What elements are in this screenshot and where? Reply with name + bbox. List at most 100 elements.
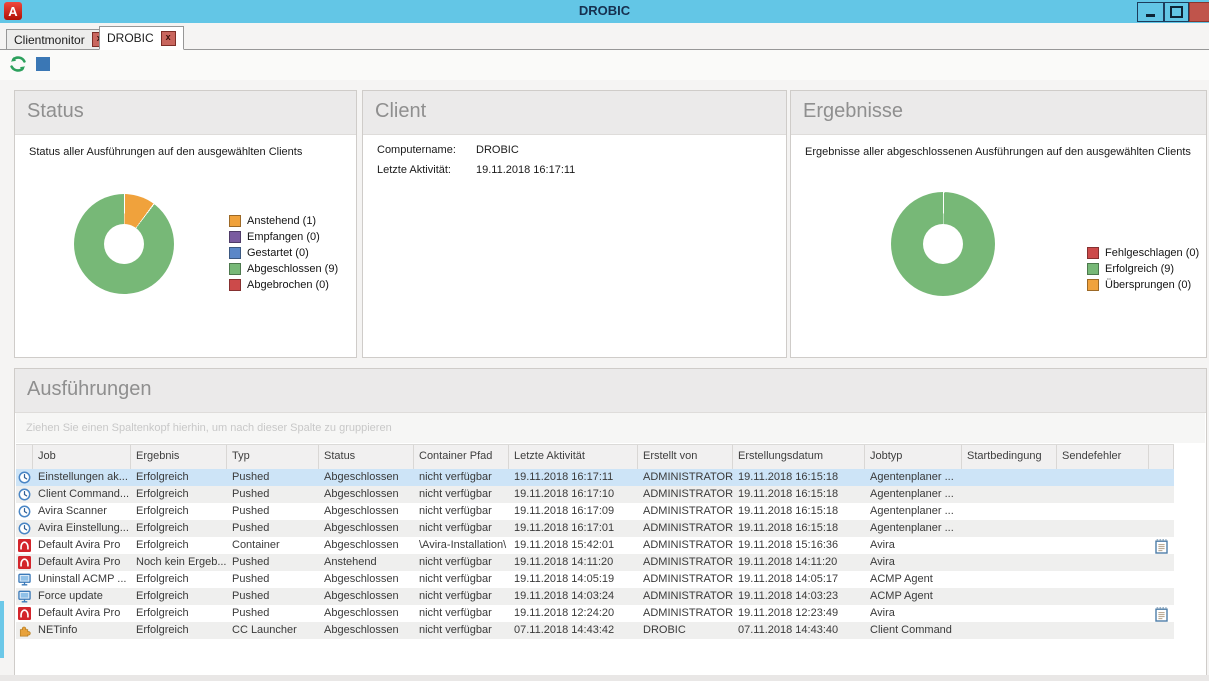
results-legend-item: Erfolgreich (9) (1087, 261, 1199, 277)
minimize-button[interactable] (1137, 2, 1164, 22)
table-row[interactable]: Uninstall ACMP ...ErfolgreichPushedAbges… (16, 571, 1174, 588)
cell-sendefehler (1057, 469, 1149, 486)
cell-container_pfad: nicht verfügbar (414, 520, 509, 537)
cell-job: Default Avira Pro (33, 537, 131, 554)
column-header-typ[interactable]: Typ (227, 445, 319, 469)
column-header-empty[interactable] (16, 445, 33, 469)
job-type-icon-cell (16, 571, 33, 588)
cell-erstellt_von: ADMINISTRATOR (638, 486, 733, 503)
cell-container_pfad: \Avira-Installation\ (414, 537, 509, 554)
log-cell (1149, 503, 1174, 520)
log-cell (1149, 588, 1174, 605)
legend-swatch (1087, 263, 1099, 275)
stop-square-icon[interactable] (36, 57, 50, 71)
cell-startbedingung (962, 486, 1057, 503)
column-header-erstellt_von[interactable]: Erstellt von (638, 445, 733, 469)
group-by-drop-zone[interactable]: Ziehen Sie einen Spaltenkopf hierhin, um… (16, 413, 1205, 443)
cell-container_pfad: nicht verfügbar (414, 554, 509, 571)
cell-letzte_aktivitaet: 19.11.2018 14:03:24 (509, 588, 638, 605)
cell-status: Abgeschlossen (319, 571, 414, 588)
donut-hole (923, 224, 963, 264)
executions-panel-title: Ausführungen (15, 369, 1206, 401)
table-row[interactable]: Default Avira ProErfolgreichContainerAbg… (16, 537, 1174, 554)
client-panel: Client Computername: DROBIC Letzte Aktiv… (362, 90, 787, 358)
cell-letzte_aktivitaet: 19.11.2018 16:17:10 (509, 486, 638, 503)
cell-status: Abgeschlossen (319, 469, 414, 486)
results-panel-title: Ergebnisse (791, 91, 1206, 123)
tab-drobic[interactable]: DROBIC x (99, 26, 184, 50)
column-header-letzte_aktivitaet[interactable]: Letzte Aktivität (509, 445, 638, 469)
title-bar: A DROBIC (0, 0, 1209, 23)
cell-sendefehler (1057, 605, 1149, 622)
results-panel-header: Ergebnisse (791, 91, 1206, 135)
table-row[interactable]: Default Avira ProErfolgreichPushedAbgesc… (16, 605, 1174, 622)
cell-ergebnis: Erfolgreich (131, 622, 227, 639)
cell-ergebnis: Erfolgreich (131, 486, 227, 503)
cell-typ: Pushed (227, 486, 319, 503)
cell-job: Client Command... (33, 486, 131, 503)
legend-label: Abgeschlossen (9) (247, 263, 338, 275)
column-header-startbedingung[interactable]: Startbedingung (962, 445, 1057, 469)
table-row[interactable]: Avira ScannerErfolgreichPushedAbgeschlos… (16, 503, 1174, 520)
column-header-status[interactable]: Status (319, 445, 414, 469)
cell-sendefehler (1057, 537, 1149, 554)
cell-typ: CC Launcher (227, 622, 319, 639)
results-legend: Fehlgeschlagen (0)Erfolgreich (9)Überspr… (1087, 245, 1199, 293)
cell-erstellungsdatum: 19.11.2018 14:05:17 (733, 571, 865, 588)
log-note-icon[interactable] (1155, 539, 1168, 552)
job-type-icon-cell (16, 537, 33, 554)
table-row[interactable]: Einstellungen ak...ErfolgreichPushedAbge… (16, 469, 1174, 486)
table-row[interactable]: Avira Einstellung...ErfolgreichPushedAbg… (16, 520, 1174, 537)
results-legend-item: Übersprungen (0) (1087, 277, 1199, 293)
maximize-icon (1170, 6, 1183, 18)
table-row[interactable]: NETinfoErfolgreichCC LauncherAbgeschloss… (16, 622, 1174, 639)
table-header-row: JobErgebnisTypStatusContainer PfadLetzte… (16, 444, 1174, 470)
cell-ergebnis: Noch kein Ergeb... (131, 554, 227, 571)
log-note-icon[interactable] (1155, 607, 1168, 620)
table-row[interactable]: Force updateErfolgreichPushedAbgeschloss… (16, 588, 1174, 605)
refresh-icon[interactable] (8, 54, 28, 74)
cell-startbedingung (962, 469, 1057, 486)
status-legend-item: Empfangen (0) (229, 229, 338, 245)
cell-container_pfad: nicht verfügbar (414, 503, 509, 520)
maximize-button[interactable] (1164, 2, 1189, 22)
cell-ergebnis: Erfolgreich (131, 503, 227, 520)
cell-letzte_aktivitaet: 19.11.2018 16:17:11 (509, 469, 638, 486)
cell-job: Avira Einstellung... (33, 520, 131, 537)
legend-label: Übersprungen (0) (1105, 279, 1191, 291)
legend-swatch (229, 215, 241, 227)
column-header-empty[interactable] (1149, 445, 1174, 469)
cell-startbedingung (962, 537, 1057, 554)
cell-startbedingung (962, 622, 1057, 639)
column-header-erstellungsdatum[interactable]: Erstellungsdatum (733, 445, 865, 469)
log-cell (1149, 554, 1174, 571)
cell-startbedingung (962, 571, 1057, 588)
avira-icon (18, 556, 31, 569)
table-row[interactable]: Default Avira ProNoch kein Ergeb...Pushe… (16, 554, 1174, 571)
cell-sendefehler (1057, 503, 1149, 520)
status-legend-item: Gestartet (0) (229, 245, 338, 261)
column-header-job[interactable]: Job (33, 445, 131, 469)
tab-close-icon[interactable]: x (161, 31, 176, 46)
job-type-icon-cell (16, 622, 33, 639)
clock-icon (18, 471, 31, 484)
job-type-icon-cell (16, 486, 33, 503)
table-row[interactable]: Client Command...ErfolgreichPushedAbgesc… (16, 486, 1174, 503)
cell-jobtyp: Agentenplaner ... (865, 469, 962, 486)
cell-startbedingung (962, 520, 1057, 537)
column-header-jobtyp[interactable]: Jobtyp (865, 445, 962, 469)
cell-erstellt_von: ADMINISTRATOR (638, 469, 733, 486)
column-header-sendefehler[interactable]: Sendefehler (1057, 445, 1149, 469)
window-left-border (0, 601, 4, 658)
legend-label: Abgebrochen (0) (247, 279, 329, 291)
cell-jobtyp: Avira (865, 554, 962, 571)
column-header-container_pfad[interactable]: Container Pfad (414, 445, 509, 469)
cell-container_pfad: nicht verfügbar (414, 622, 509, 639)
close-button[interactable] (1189, 2, 1209, 22)
job-type-icon-cell (16, 588, 33, 605)
job-type-icon-cell (16, 503, 33, 520)
cell-container_pfad: nicht verfügbar (414, 571, 509, 588)
cell-jobtyp: Agentenplaner ... (865, 520, 962, 537)
column-header-ergebnis[interactable]: Ergebnis (131, 445, 227, 469)
cell-job: Avira Scanner (33, 503, 131, 520)
